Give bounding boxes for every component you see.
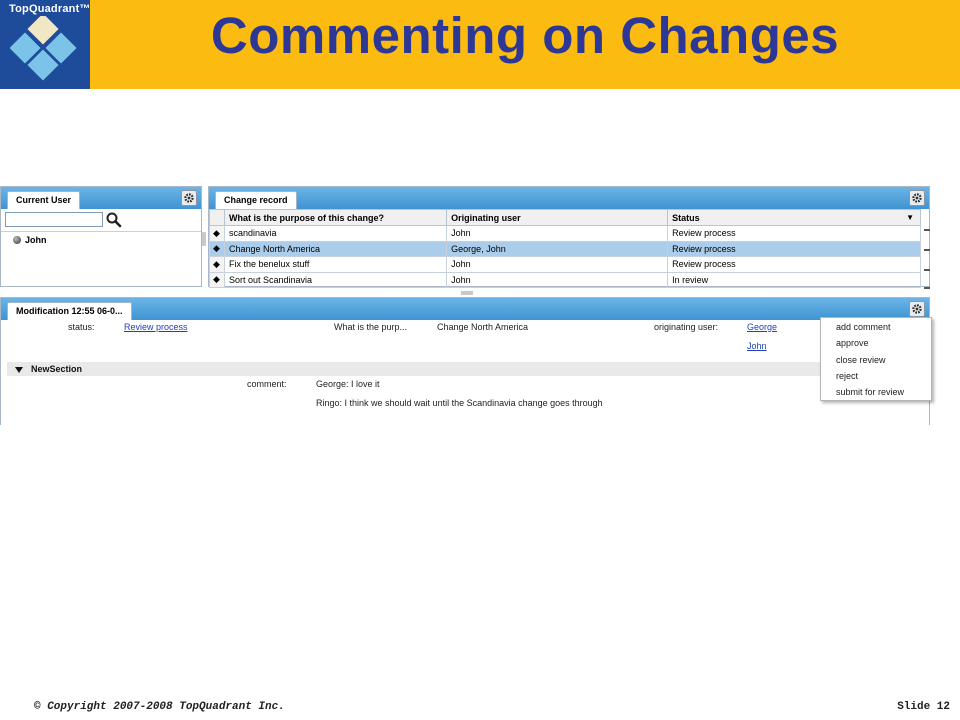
cell-user: John <box>446 256 669 273</box>
cell-status: Review process <box>667 240 921 257</box>
menu-item-approve[interactable]: approve <box>821 336 931 352</box>
cell-user: John <box>446 225 669 242</box>
table-row[interactable]: ◆ Sort out Scandinavia John In review <box>209 271 921 288</box>
table-row-selected[interactable]: ◆ Change North America George, John Revi… <box>209 240 921 257</box>
section-title: NewSection <box>31 364 83 374</box>
vertical-splitter[interactable] <box>202 232 206 246</box>
change-record-table: What is the purpose of this change? Orig… <box>209 209 921 288</box>
tab-current-user[interactable]: Current User <box>7 191 81 209</box>
cell-status: In review <box>667 271 921 288</box>
table-row[interactable]: ◆ Fix the benelux stuff John Review proc… <box>209 256 921 273</box>
originating-user-label: originating user: <box>654 322 719 332</box>
comment-text: George: I love it <box>316 379 380 389</box>
menu-item-reject[interactable]: reject <box>821 369 931 385</box>
slide-number: Slide 12 <box>897 701 950 713</box>
tab-modification[interactable]: Modification 12:55 06-0... <box>7 302 132 320</box>
user-name: John <box>25 235 47 245</box>
horizontal-splitter[interactable] <box>461 291 473 295</box>
column-header-status-label: Status <box>672 212 700 223</box>
comment-text: Ringo: I think we should wait until the … <box>316 398 603 408</box>
table-row[interactable]: ◆ scandinavia John Review process <box>209 225 921 242</box>
row-diamond-icon: ◆ <box>209 240 225 257</box>
purpose-label: What is the purp... <box>334 322 408 332</box>
row-diamond-icon: ◆ <box>209 256 225 273</box>
topquadrant-logo: TopQuadrant™ <box>0 0 90 89</box>
gear-icon[interactable] <box>909 301 925 317</box>
panel-header <box>209 187 929 209</box>
panel-header <box>1 298 929 320</box>
status-link[interactable]: Review process <box>124 322 188 332</box>
menu-item-add-comment[interactable]: add comment <box>821 320 931 336</box>
slide-title: Commenting on Changes <box>210 7 840 64</box>
gear-icon[interactable] <box>181 190 197 206</box>
change-record-panel: Change record What is the purpose of thi… <box>208 186 930 289</box>
cell-user: George, John <box>446 240 669 257</box>
divider <box>1 231 201 232</box>
search-icon[interactable] <box>105 211 123 228</box>
menu-item-close-review[interactable]: close review <box>821 353 931 369</box>
collapse-triangle-icon[interactable] <box>15 366 23 373</box>
column-header-purpose[interactable]: What is the purpose of this change? <box>223 209 448 226</box>
sort-down-icon[interactable]: ▼ <box>906 213 914 222</box>
cell-purpose: Fix the benelux stuff <box>223 256 448 273</box>
section-header[interactable]: NewSection <box>7 362 821 376</box>
cell-status: Review process <box>667 256 921 273</box>
column-header-marker <box>209 209 225 226</box>
cell-purpose: Change North America <box>223 240 448 257</box>
user-status-icon <box>13 236 21 244</box>
user-list-item[interactable]: John <box>13 235 47 245</box>
status-label: status: <box>68 322 95 332</box>
menu-item-submit-for-review[interactable]: submit for review <box>821 385 931 401</box>
cell-purpose: Sort out Scandinavia <box>223 271 448 288</box>
originating-user-link-george[interactable]: George <box>747 322 777 332</box>
context-menu: add comment approve close review reject … <box>820 317 932 401</box>
column-header-status[interactable]: Status ▼ <box>667 209 921 226</box>
copyright-text: © Copyright 2007-2008 TopQuadrant Inc. <box>34 701 285 713</box>
originating-user-link-john[interactable]: John <box>747 341 767 351</box>
logo-diamond-icon <box>10 16 77 81</box>
row-diamond-icon: ◆ <box>209 271 225 288</box>
cell-status: Review process <box>667 225 921 242</box>
modification-panel: Modification 12:55 06-0... status: Revie… <box>0 297 930 425</box>
scrollbar[interactable] <box>922 225 930 289</box>
current-user-panel: Current User John <box>0 186 202 287</box>
gear-icon[interactable] <box>909 190 925 206</box>
cell-user: John <box>446 271 669 288</box>
purpose-value: Change North America <box>437 322 529 332</box>
column-header-originating-user[interactable]: Originating user <box>446 209 669 226</box>
comment-label: comment: <box>247 379 287 389</box>
user-search-input[interactable] <box>5 212 103 227</box>
slide-header: TopQuadrant™ Commenting on Changes <box>0 0 960 89</box>
cell-purpose: scandinavia <box>223 225 448 242</box>
logo-text: TopQuadrant™ <box>9 3 91 15</box>
table-header-row: What is the purpose of this change? Orig… <box>209 209 921 226</box>
row-diamond-icon: ◆ <box>209 225 225 242</box>
tab-change-record[interactable]: Change record <box>215 191 297 209</box>
